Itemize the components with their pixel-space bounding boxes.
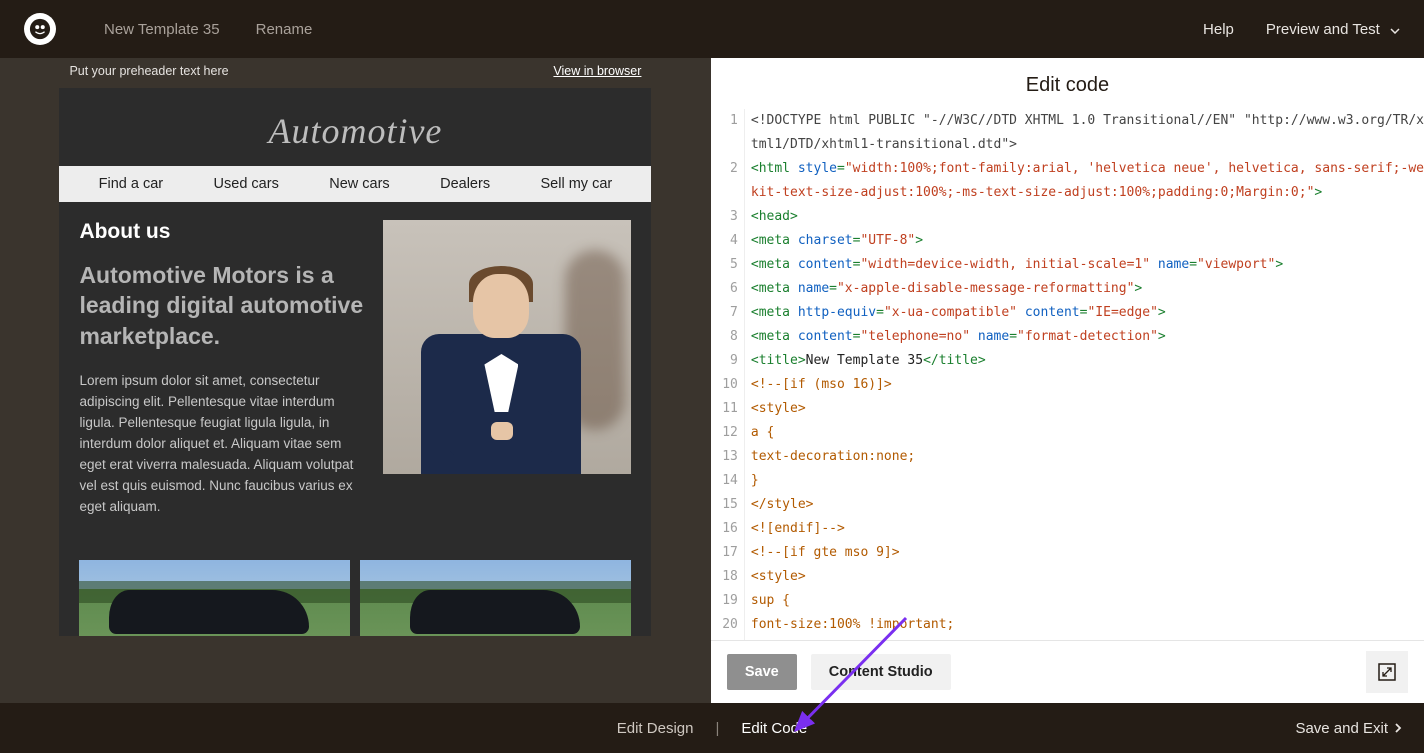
editor-actions: Save Content Studio [711,640,1424,703]
expand-button[interactable] [1366,651,1408,693]
chevron-down-icon [1390,21,1400,38]
edit-code-tab[interactable]: Edit Code [741,720,807,737]
car-image-2 [360,560,631,636]
save-and-exit-button[interactable]: Save and Exit [1295,720,1402,737]
email-header: Automotive [59,88,651,166]
content-studio-button[interactable]: Content Studio [811,654,951,690]
car-image-row [59,546,651,636]
nav-new-cars[interactable]: New cars [329,176,389,192]
mailchimp-logo[interactable] [24,13,56,45]
nav-dealers[interactable]: Dealers [440,176,490,192]
view-in-browser-link[interactable]: View in browser [553,64,641,78]
preview-test-label: Preview and Test [1266,21,1380,38]
preview-test-dropdown[interactable]: Preview and Test [1266,21,1400,38]
bottom-bar: Edit Design | Edit Code Save and Exit [0,703,1424,753]
editor-title: Edit code [711,58,1424,109]
rename-link[interactable]: Rename [256,21,313,38]
help-link[interactable]: Help [1203,21,1234,38]
brand-logo: Automotive [59,110,651,152]
edit-design-tab[interactable]: Edit Design [617,720,694,737]
expand-icon [1378,663,1396,681]
car-image-1 [79,560,350,636]
preheader-row: Put your preheader text here View in bro… [59,58,651,88]
main-area: Put your preheader text here View in bro… [0,58,1424,703]
code-editor[interactable]: 1234567891011121314151617181920 <!DOCTYP… [711,109,1424,640]
email-navbar: Find a car Used cars New cars Dealers Se… [59,166,651,202]
save-button[interactable]: Save [727,654,797,690]
nav-used-cars[interactable]: Used cars [214,176,279,192]
about-body: Lorem ipsum dolor sit amet, consectetur … [79,371,363,517]
save-exit-label: Save and Exit [1295,720,1388,737]
code-lines[interactable]: <!DOCTYPE html PUBLIC "-//W3C//DTD XHTML… [745,109,1424,640]
about-headline: Automotive Motors is a leading digital a… [79,260,363,351]
preheader-text[interactable]: Put your preheader text here [69,64,228,78]
tab-separator: | [715,720,719,737]
about-title: About us [79,220,363,244]
nav-sell-car[interactable]: Sell my car [541,176,613,192]
email-preview-panel: Put your preheader text here View in bro… [0,58,711,703]
email-body[interactable]: Automotive Find a car Used cars New cars… [59,88,651,636]
line-gutter: 1234567891011121314151617181920 [711,109,745,640]
about-image [383,220,631,474]
template-name[interactable]: New Template 35 [104,21,220,38]
monkey-icon [29,18,51,40]
top-bar: New Template 35 Rename Help Preview and … [0,0,1424,58]
code-editor-panel: Edit code 123456789101112131415161718192… [711,58,1424,703]
nav-find-car[interactable]: Find a car [99,176,163,192]
about-section: About us Automotive Motors is a leading … [59,202,651,546]
chevron-right-icon [1394,722,1402,734]
